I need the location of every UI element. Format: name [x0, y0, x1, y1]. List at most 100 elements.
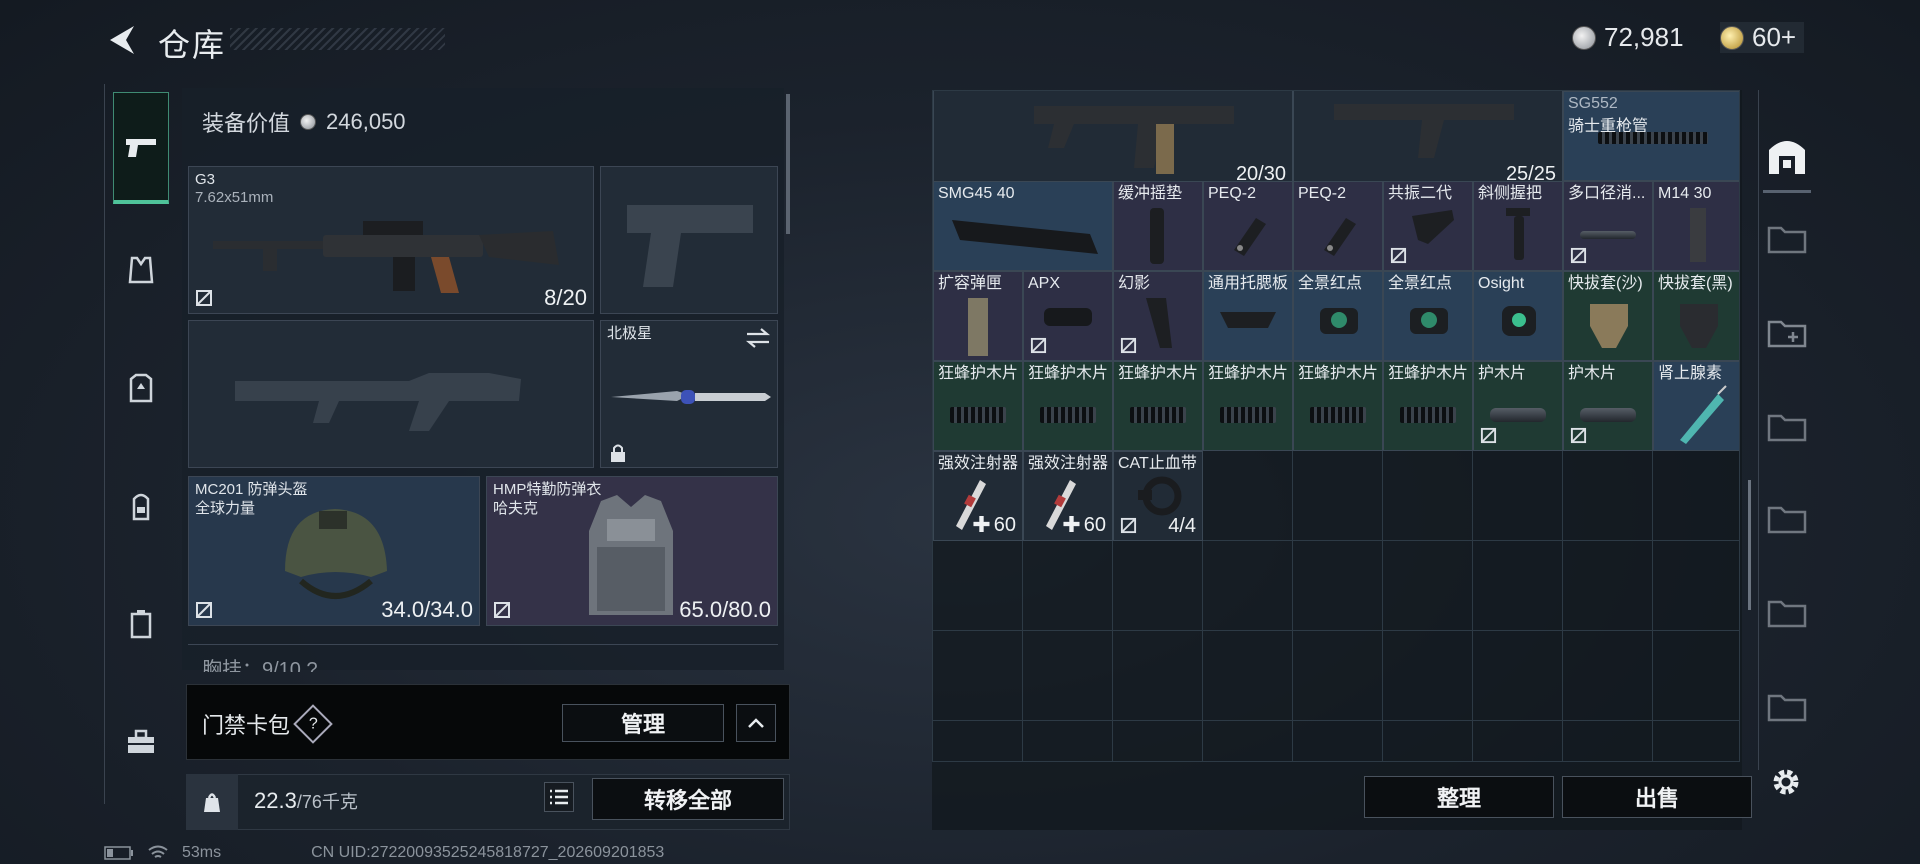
- settings-button[interactable]: [1766, 762, 1806, 802]
- no-trade-icon: [1120, 337, 1137, 354]
- item-name: 强效注射器: [1028, 455, 1109, 472]
- sidebar-chest-rig[interactable]: [113, 360, 169, 416]
- list-view-button[interactable]: [544, 782, 574, 812]
- no-trade-icon: [1570, 247, 1587, 264]
- holster-icon: [1680, 304, 1718, 348]
- no-trade-icon: [1480, 427, 1497, 444]
- item-count: 4/4: [1168, 515, 1196, 537]
- item-name: APX: [1028, 275, 1061, 292]
- item-name: 狂蜂护木片: [1118, 365, 1199, 382]
- grid-item-hw4[interactable]: 狂蜂护木片: [1203, 361, 1293, 451]
- grid-item-inj2[interactable]: 强效注射器 ✚ 60: [1023, 451, 1113, 541]
- magazine-icon: [1690, 208, 1706, 262]
- item-name: 肾上腺素: [1658, 365, 1723, 382]
- slot-body-armor[interactable]: HMP特勤防弹衣 哈夫克 65.0/80.0: [486, 476, 778, 626]
- sidebar-container[interactable]: [113, 596, 169, 652]
- sidebar-backpack[interactable]: [113, 478, 169, 534]
- stash-tab-2-add[interactable]: [1759, 304, 1815, 360]
- grid-item-resonator[interactable]: 共振二代: [1383, 181, 1473, 271]
- kettlebell-icon: [204, 793, 220, 812]
- grid-item-grip[interactable]: 斜侧握把: [1473, 181, 1563, 271]
- grid-item-reddot2[interactable]: 全景红点: [1383, 271, 1473, 361]
- currency-silver-value: 72,981: [1604, 22, 1684, 52]
- grip-icon: [1412, 210, 1454, 244]
- item-name: 快拔套(沙): [1568, 275, 1643, 292]
- grid-item-hw5[interactable]: 狂蜂护木片: [1293, 361, 1383, 451]
- pistol-icon: [126, 138, 156, 157]
- sell-button[interactable]: 出售: [1562, 776, 1752, 818]
- chest-rig-row[interactable]: 胸挂：9/10 ?: [188, 644, 778, 672]
- grid-item-peq2[interactable]: PEQ-2: [1293, 181, 1383, 271]
- handguard-icon: [950, 406, 1006, 423]
- grid-item-top1[interactable]: 20/30: [933, 91, 1293, 189]
- back-button[interactable]: [104, 22, 140, 58]
- slot-secondary-weapon-empty[interactable]: [188, 320, 594, 468]
- transfer-all-button[interactable]: 转移全部: [592, 778, 784, 820]
- manage-button[interactable]: 管理: [562, 704, 724, 742]
- grid-item-top2[interactable]: 25/25: [1293, 91, 1563, 189]
- grid-item-stock[interactable]: 通用托腮板: [1203, 271, 1293, 361]
- grid-item-m14[interactable]: M14 30: [1653, 181, 1739, 271]
- syringe-icon: [1680, 385, 1727, 444]
- slot-melee[interactable]: 北极星: [600, 320, 778, 468]
- grid-item-cat[interactable]: CAT止血带 4/4: [1113, 451, 1203, 541]
- loadout-scrollbar[interactable]: [786, 94, 790, 234]
- grid-item-hw7[interactable]: 护木片: [1473, 361, 1563, 451]
- toolbox-icon: [128, 729, 154, 753]
- stash-tab-7[interactable]: [1759, 678, 1815, 734]
- grid-item-osight[interactable]: Osight: [1473, 271, 1563, 361]
- helmet-durability: 34.0/34.0: [381, 597, 473, 622]
- grid-item-hw3[interactable]: 狂蜂护木片: [1113, 361, 1203, 451]
- sidebar-weapons[interactable]: [113, 92, 169, 204]
- stash-tab-4[interactable]: [1759, 398, 1815, 454]
- stash-tab-5[interactable]: [1759, 490, 1815, 546]
- grid-item-magext[interactable]: 扩容弹匣: [933, 271, 1023, 361]
- weapon-icon: [1334, 104, 1514, 158]
- grid-item-multi[interactable]: 多口径消...: [1563, 181, 1653, 271]
- armor-maker: 哈夫克: [493, 500, 539, 517]
- grid-item-hw2[interactable]: 狂蜂护木片: [1023, 361, 1113, 451]
- sidebar-armor[interactable]: [113, 242, 169, 298]
- handguard-icon: [1490, 407, 1546, 422]
- grid-item-sg552[interactable]: SG552 骑士重枪管: [1563, 91, 1739, 181]
- knife-icon: [611, 390, 771, 404]
- item-name: 全景红点: [1298, 275, 1363, 292]
- item-name: 狂蜂护木片: [938, 365, 1019, 382]
- item-name: 护木片: [1478, 365, 1527, 382]
- folder-icon: [1767, 414, 1807, 442]
- swap-icon[interactable]: [745, 327, 771, 349]
- no-trade-icon: [494, 602, 510, 618]
- slot-helmet[interactable]: MC201 防弹头盔 全球力量 34.0/34.0: [188, 476, 480, 626]
- stash-tab-3[interactable]: [1759, 210, 1815, 266]
- grid-item-pad[interactable]: 缓冲摇垫: [1113, 181, 1203, 271]
- stash-tab-main[interactable]: [1759, 116, 1815, 196]
- stash-scrollbar[interactable]: [1748, 480, 1751, 610]
- grid-item-inj1[interactable]: 强效注射器 ✚ 60: [933, 451, 1023, 541]
- slot-pistol-empty[interactable]: [600, 166, 778, 314]
- no-trade-icon: [1390, 247, 1407, 264]
- silver-coin-icon: [1572, 25, 1596, 50]
- grid-item-adrenaline[interactable]: 肾上腺素: [1653, 361, 1739, 451]
- grid-item-reddot1[interactable]: 全景红点: [1293, 271, 1383, 361]
- weapon-ammo: 8/20: [544, 285, 587, 310]
- grid-item-hw1[interactable]: 狂蜂护木片: [933, 361, 1023, 451]
- grid-item-apx[interactable]: APX: [1023, 271, 1113, 361]
- grid-item-holster1[interactable]: 快拔套(沙): [1563, 271, 1653, 361]
- grid-item-holster2[interactable]: 快拔套(黑): [1653, 271, 1739, 361]
- grid-item-smg45[interactable]: SMG45 40: [933, 181, 1113, 271]
- chest-rig-capacity: 胸挂：9/10 ?: [202, 659, 318, 672]
- grid-item-phantom[interactable]: 幻影: [1113, 271, 1203, 361]
- expand-button[interactable]: [736, 704, 776, 742]
- slot-primary-weapon[interactable]: G3 7.62x51mm 8/20: [188, 166, 594, 314]
- sidebar-toolbox[interactable]: [113, 714, 169, 770]
- melee-name: 北极星: [607, 325, 653, 342]
- grid-item-peq1[interactable]: PEQ-2: [1203, 181, 1293, 271]
- grid-item-hw8[interactable]: 护木片: [1563, 361, 1653, 451]
- sort-button[interactable]: 整理: [1364, 776, 1554, 818]
- vertical-grip-icon: [1506, 208, 1530, 260]
- rifle-placeholder-icon: [235, 373, 521, 431]
- stash-tab-6[interactable]: [1759, 584, 1815, 640]
- currency-gold[interactable]: 60+: [1720, 22, 1805, 53]
- pistol-placeholder-icon: [627, 205, 753, 287]
- grid-item-hw6[interactable]: 狂蜂护木片: [1383, 361, 1473, 451]
